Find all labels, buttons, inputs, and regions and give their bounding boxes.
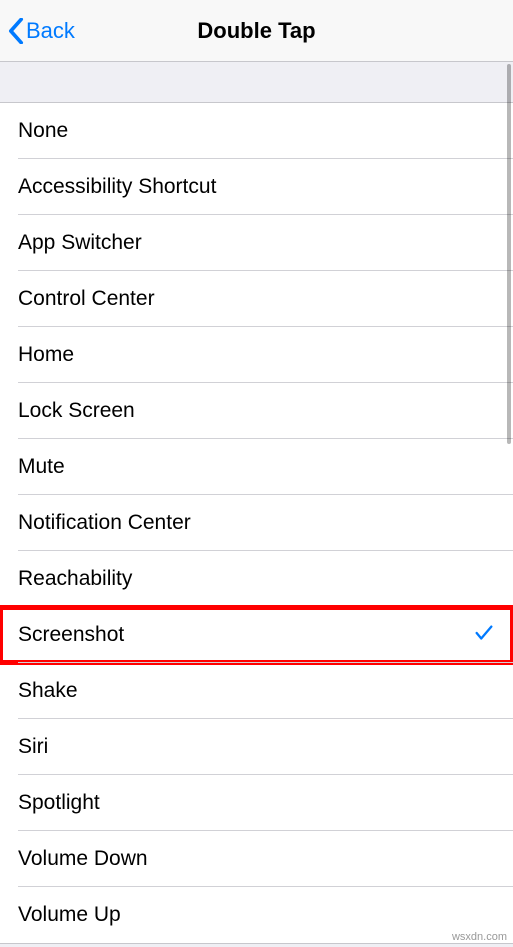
option-row[interactable]: Mute <box>0 439 513 495</box>
option-label: Home <box>18 343 74 367</box>
option-row[interactable]: None <box>0 103 513 159</box>
back-label: Back <box>26 18 75 44</box>
option-row[interactable]: Notification Center <box>0 495 513 551</box>
option-row[interactable]: Home <box>0 327 513 383</box>
options-list: None Accessibility Shortcut App Switcher Co… <box>0 102 513 944</box>
option-label: Accessibility Shortcut <box>18 175 216 199</box>
option-label: Volume Up <box>18 903 121 927</box>
option-label: Siri <box>18 735 48 759</box>
option-label: None <box>18 119 68 143</box>
section-spacer <box>0 62 513 102</box>
back-button[interactable]: Back <box>8 0 75 61</box>
chevron-left-icon <box>8 18 24 44</box>
option-label: Notification Center <box>18 511 191 535</box>
option-label: Control Center <box>18 287 155 311</box>
option-row[interactable]: Spotlight <box>0 775 513 831</box>
option-label: Shake <box>18 679 78 703</box>
navigation-bar: Back Double Tap <box>0 0 513 62</box>
option-row[interactable]: Volume Up <box>0 887 513 943</box>
option-row[interactable]: Accessibility Shortcut <box>0 159 513 215</box>
option-row[interactable]: Control Center <box>0 271 513 327</box>
option-label: App Switcher <box>18 231 142 255</box>
option-row[interactable]: Reachability <box>0 551 513 607</box>
option-row[interactable]: Siri <box>0 719 513 775</box>
option-row[interactable]: Shake <box>0 663 513 719</box>
option-label: Spotlight <box>18 791 100 815</box>
option-row[interactable]: Screenshot <box>0 607 513 663</box>
option-row[interactable]: Lock Screen <box>0 383 513 439</box>
option-row[interactable]: Volume Down <box>0 831 513 887</box>
option-label: Mute <box>18 455 65 479</box>
option-label: Volume Down <box>18 847 148 871</box>
option-label: Reachability <box>18 567 132 591</box>
option-label: Screenshot <box>18 623 124 647</box>
page-title: Double Tap <box>197 18 315 44</box>
checkmark-icon <box>473 622 495 649</box>
watermark: wsxdn.com <box>452 931 507 943</box>
option-row[interactable]: App Switcher <box>0 215 513 271</box>
scrollbar[interactable] <box>507 64 511 444</box>
option-label: Lock Screen <box>18 399 135 423</box>
